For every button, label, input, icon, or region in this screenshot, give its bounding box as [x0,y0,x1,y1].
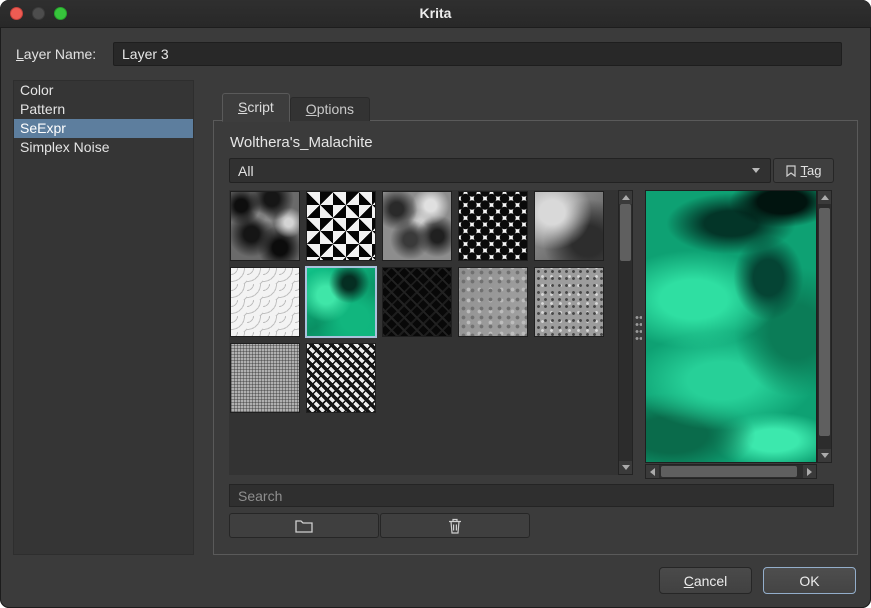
scrollbar-thumb[interactable] [661,466,797,477]
preview-vertical-scrollbar[interactable] [817,190,832,463]
splitter-handle[interactable] [635,314,642,344]
generator-type-list: Color Pattern SeExpr Simplex Noise [13,80,194,555]
pattern-thumbnail[interactable] [230,343,300,413]
pattern-thumbnail[interactable] [230,267,300,337]
scrollbar-thumb[interactable] [620,204,631,261]
titlebar[interactable]: Krita [0,0,871,28]
arrow-down-icon [622,465,630,470]
pattern-thumbnail[interactable] [534,267,604,337]
bookmark-icon [786,165,796,177]
cancel-button[interactable]: Cancel [659,567,752,594]
arrow-left-icon [650,468,655,476]
arrow-up-icon [622,195,630,200]
pattern-preview-image[interactable] [645,190,817,463]
krita-fill-layer-dialog: Krita Layer Name: Color Pattern SeExpr S… [0,0,871,608]
window-title: Krita [0,0,871,27]
scrollbar-track[interactable] [659,465,803,478]
zoom-button[interactable] [54,7,67,20]
preview-horizontal-scrollbar[interactable] [645,464,817,479]
tag-filter-value: All [238,163,752,179]
scrollbar-track[interactable] [619,204,632,461]
script-tab-panel: Wolthera's_Malachite All Tag [213,120,858,555]
pattern-thumbnail[interactable] [382,267,452,337]
generator-list-item-color[interactable]: Color [14,81,193,100]
folder-icon [295,519,313,533]
pattern-grid [229,190,618,475]
pattern-thumbnail[interactable] [306,343,376,413]
delete-pattern-button[interactable] [380,513,530,538]
scroll-down-button[interactable] [818,449,831,462]
tab-script[interactable]: Script [222,93,290,122]
layer-name-label: Layer Name: [16,46,96,62]
trash-icon [448,518,462,534]
scrollbar-thumb[interactable] [819,208,830,436]
chevron-down-icon [752,168,760,173]
import-pattern-button[interactable] [229,513,379,538]
scrollbar-track[interactable] [818,204,831,449]
close-button[interactable] [10,7,23,20]
tag-button[interactable]: Tag [773,158,834,183]
scroll-up-button[interactable] [619,191,632,204]
pattern-thumbnail[interactable] [306,191,376,261]
generator-list-item-seexpr[interactable]: SeExpr [14,119,193,138]
scroll-right-button[interactable] [803,465,816,478]
traffic-lights [10,7,67,20]
layer-name-input[interactable] [113,42,842,66]
current-pattern-name: Wolthera's_Malachite [230,134,373,151]
generator-list-item-simplex-noise[interactable]: Simplex Noise [14,138,193,157]
pattern-thumbnail-selected[interactable] [306,267,376,337]
pattern-thumbnail[interactable] [382,191,452,261]
scroll-left-button[interactable] [646,465,659,478]
tag-filter-combobox[interactable]: All [229,158,771,183]
cancel-button-label: Cancel [684,573,728,589]
pattern-thumbnail[interactable] [458,191,528,261]
ok-button-label: OK [799,573,819,589]
arrow-up-icon [821,195,829,200]
tag-button-label: Tag [801,163,822,178]
minimize-button[interactable] [32,7,45,20]
arrow-right-icon [807,468,812,476]
pattern-thumbnail[interactable] [458,267,528,337]
scroll-down-button[interactable] [619,461,632,474]
tab-options[interactable]: Options [290,97,370,121]
pattern-search-input[interactable] [229,484,834,507]
pattern-thumbnail[interactable] [230,191,300,261]
pattern-thumbnail[interactable] [534,191,604,261]
arrow-down-icon [821,453,829,458]
generator-list-item-pattern[interactable]: Pattern [14,100,193,119]
scroll-up-button[interactable] [818,191,831,204]
ok-button[interactable]: OK [763,567,856,594]
tab-bar: Script Options [222,93,370,121]
pattern-grid-scrollbar[interactable] [618,190,633,475]
